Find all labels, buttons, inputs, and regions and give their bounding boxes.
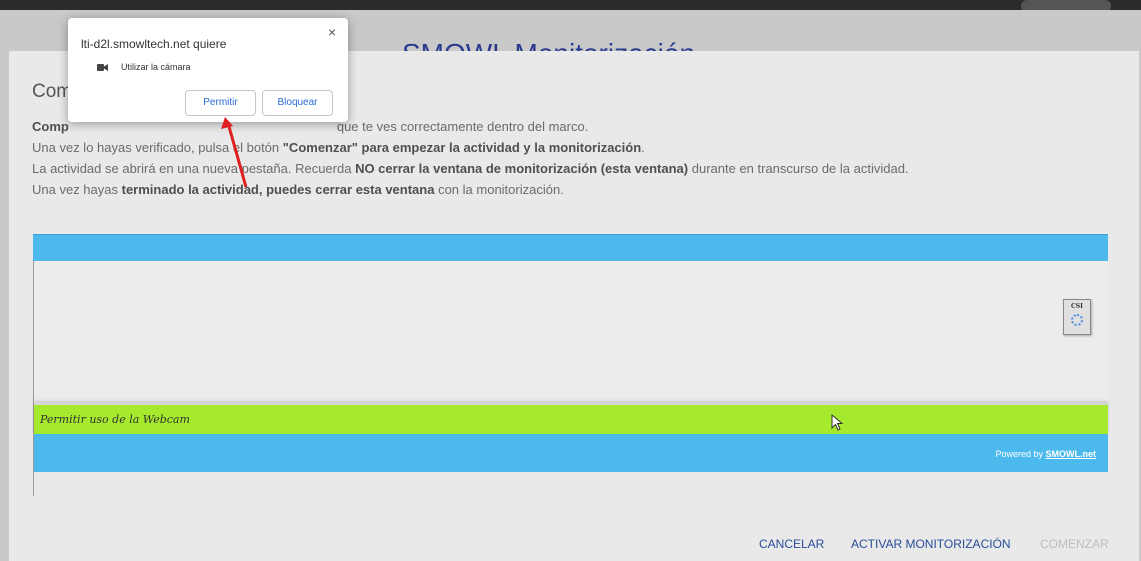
csi-label: CSI [1071,303,1083,310]
block-button[interactable]: Bloquear [262,90,333,116]
instructions: Comp que te ves correctamente dentro del … [32,116,1132,200]
dialog-title: Com [32,81,73,102]
red-arrow-annotation [221,117,248,188]
instruction-line-3: La actividad se abrirá en una nueva pest… [32,161,909,176]
camera-permission-popup: lti-d2l.smowltech.net quiere × Utilizar … [68,18,348,122]
close-icon[interactable]: × [328,24,336,40]
monitoring-dialog: Com Comp que te ves correctamente dentro … [9,51,1139,561]
webcam-status-text: Permitir uso de la Webcam [40,413,190,426]
dialog-actions: CANCELAR ACTIVAR MONITORIZACIÓN COMENZAR [9,535,1139,553]
frame-footer-bar: Powered by SMOWL.net [34,434,1108,472]
browser-top-bar [0,0,1141,10]
webcam-status-bar: Permitir uso de la Webcam [34,403,1108,434]
powered-by: Powered by SMOWL.net [995,449,1096,459]
popup-title: lti-d2l.smowltech.net quiere [81,37,227,51]
cancel-button[interactable]: CANCELAR [759,537,824,551]
instruction-line-2: Una vez lo hayas verificado, pulsa el bo… [32,140,645,155]
activate-monitoring-button[interactable]: ACTIVAR MONITORIZACIÓN [851,537,1011,551]
frame-header-bar [33,234,1108,261]
camera-icon [97,64,108,71]
permission-text: Utilizar la cámara [121,62,191,72]
allow-button[interactable]: Permitir [185,90,256,116]
start-button[interactable]: COMENZAR [1040,537,1109,551]
smowl-link[interactable]: SMOWL.net [1046,449,1097,459]
loading-spinner-icon [1071,314,1083,326]
webcam-view: CSI [34,261,1108,403]
mouse-cursor-icon [831,414,844,431]
webcam-frame: CSI Permitir uso de la Webcam Powered by… [33,234,1108,496]
csi-plugin-icon[interactable]: CSI [1063,299,1091,335]
instruction-line-4: Una vez hayas terminado la actividad, pu… [32,182,564,197]
